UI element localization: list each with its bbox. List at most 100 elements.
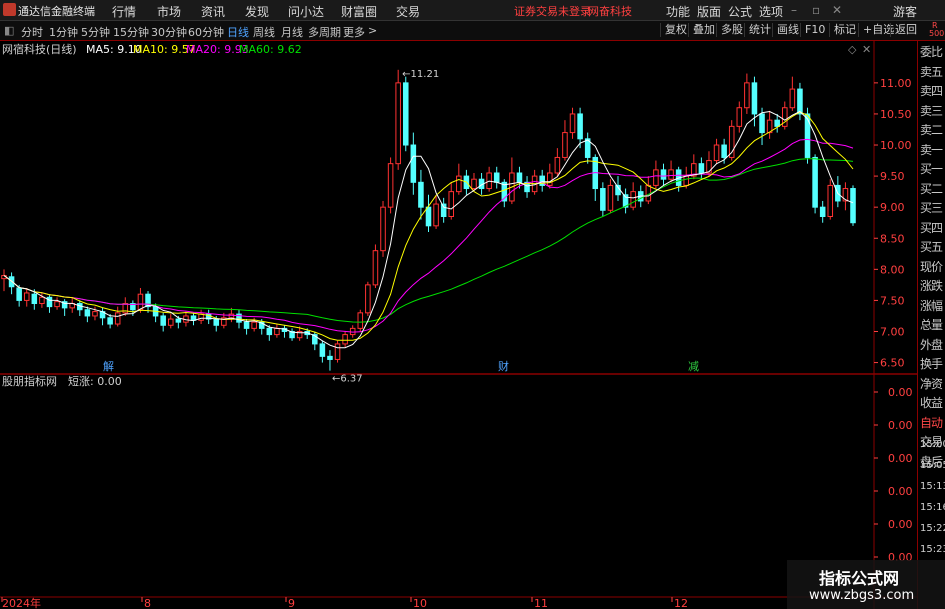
menu-item-ask[interactable]: 问小达	[288, 3, 324, 20]
candle-body	[827, 184, 834, 218]
sidebar-item[interactable]: 外盘	[920, 336, 943, 353]
candle-body	[804, 113, 811, 158]
sub-tick-label: 0.00	[888, 386, 913, 399]
sidebar-item[interactable]: 总量	[920, 316, 943, 333]
sidebar-item[interactable]: 买二	[920, 180, 943, 197]
candle-body	[334, 343, 341, 360]
multi-stock-button[interactable]: 多股	[716, 23, 747, 37]
sidebar-item[interactable]: 买五	[920, 238, 943, 255]
sidebar-item[interactable]: 卖四	[920, 82, 943, 99]
sub-indicator-value: 短涨: 0.00	[68, 374, 122, 388]
menu-item-formula[interactable]: 公式	[728, 3, 752, 20]
candle-body	[630, 191, 636, 208]
watermark-title: 指标公式网	[819, 569, 900, 588]
period-tab-1min[interactable]: 1分钟	[49, 24, 78, 40]
sidebar-item[interactable]: 15:05	[920, 460, 945, 471]
sidebar-item[interactable]: 卖一	[920, 141, 943, 158]
y-tick-label: 7.50	[880, 294, 905, 307]
candle-body	[8, 276, 15, 288]
f10-button[interactable]: F10	[800, 23, 829, 37]
candle-body	[107, 317, 113, 325]
close-icon[interactable]: ✕	[832, 3, 842, 17]
y-tick-label: 9.00	[880, 201, 905, 214]
sidebar-item[interactable]: 净资	[920, 375, 943, 392]
menu-item-options[interactable]: 选项	[759, 3, 783, 20]
candle-body	[365, 284, 371, 314]
sub-tick-label: 0.00	[888, 485, 913, 498]
menu-item-news[interactable]: 资讯	[201, 3, 225, 20]
kline-chart[interactable]: 网宿科技(日线) MA5: 9.10MA10: 9.57MA20: 9.93MA6…	[0, 41, 917, 609]
period-tab-monthly[interactable]: 月线	[281, 24, 303, 40]
candle-body	[471, 178, 477, 190]
x-tick-label: 11	[534, 597, 548, 609]
sidebar-item[interactable]: 买四	[920, 219, 943, 236]
sidebar-item[interactable]: 卖三	[920, 102, 943, 119]
candle-body	[850, 188, 856, 224]
sidebar-item[interactable]: 15:00	[920, 439, 945, 450]
event-marker: 解	[103, 359, 114, 373]
y-tick-label: 9.50	[880, 170, 905, 183]
app-logo-icon	[3, 3, 16, 16]
statistics-button[interactable]: 统计	[744, 23, 775, 37]
sidebar-item[interactable]: 15:13	[920, 481, 945, 492]
sidebar-item[interactable]: 买一	[920, 160, 943, 177]
period-tab-weekly[interactable]: 周线	[253, 24, 275, 40]
menu-item-layout[interactable]: 版面	[697, 3, 721, 20]
stock-name: 网宿科技(日线)	[2, 42, 77, 56]
candle-body	[357, 312, 364, 329]
menu-item-market[interactable]: 市场	[157, 3, 181, 20]
candle-body	[54, 301, 60, 308]
watermark-box: 指标公式网 www.zbgs3.com	[787, 560, 945, 609]
sidebar-item[interactable]: 收益	[920, 394, 943, 411]
sidebar-item[interactable]: 卖五	[920, 63, 943, 80]
sidebar-item[interactable]: 15:16	[920, 502, 945, 513]
user-label[interactable]: 游客	[893, 3, 917, 20]
sidebar-item[interactable]: 委比	[920, 43, 943, 60]
expand-icon[interactable]: ◧	[4, 24, 14, 37]
menu-item-function[interactable]: 功能	[666, 3, 690, 20]
period-tab-intraday[interactable]: 分时	[21, 24, 43, 40]
ma60-label: MA60: 9.62	[239, 43, 302, 56]
overlay-button[interactable]: 叠加	[688, 23, 719, 37]
login-warning[interactable]: 证券交易未登录	[514, 3, 591, 19]
event-marker: 减	[688, 360, 699, 373]
back-button[interactable]: 返回	[890, 23, 921, 37]
period-tab-more[interactable]: 更多	[343, 24, 365, 40]
sidebar-item[interactable]: 涨跌	[920, 277, 943, 294]
sidebar-item[interactable]: 卖二	[920, 121, 943, 138]
period-tab-5min[interactable]: 5分钟	[81, 24, 110, 40]
period-tab-daily[interactable]: 日线	[227, 24, 249, 40]
menu-item-trade[interactable]: 交易	[396, 3, 420, 20]
period-tab-30min[interactable]: 30分钟	[151, 24, 187, 40]
watermark-url: www.zbgs3.com	[809, 588, 915, 603]
candle-body	[759, 113, 765, 134]
sidebar-item[interactable]: 自动	[920, 414, 943, 431]
adjust-button[interactable]: 复权	[660, 23, 691, 37]
menu-item-wealth[interactable]: 财富圈	[341, 3, 377, 20]
sub-indicator-name: 股朋指标网	[2, 374, 57, 388]
candle-body	[660, 169, 667, 180]
menu-item-discover[interactable]: 发现	[245, 3, 269, 20]
sidebar-item[interactable]: 换手	[920, 355, 943, 372]
period-tab-multi[interactable]: 多周期	[308, 24, 341, 40]
sidebar-item[interactable]: 现价	[920, 258, 943, 275]
restore-icon[interactable]: ▫	[812, 3, 820, 17]
candle-body	[653, 169, 659, 186]
event-marker: 财	[498, 359, 509, 373]
period-tab-60min[interactable]: 60分钟	[188, 24, 224, 40]
candle-body	[175, 318, 182, 323]
draw-line-button[interactable]: 画线	[772, 23, 803, 37]
candle-body	[160, 315, 166, 326]
sidebar-item[interactable]: 买三	[920, 199, 943, 216]
minimize-icon[interactable]: –	[791, 3, 797, 17]
menu-item-quotes[interactable]: 行情	[112, 3, 136, 20]
sidebar-item[interactable]: 15:23	[920, 544, 945, 555]
y-tick-label: 8.00	[880, 263, 905, 276]
mark-button[interactable]: 标记	[829, 23, 860, 37]
sidebar-item[interactable]: 15:22	[920, 523, 945, 534]
period-tab-15min[interactable]: 15分钟	[113, 24, 149, 40]
chevron-right-icon[interactable]: >	[368, 24, 377, 37]
candle-body	[137, 293, 144, 311]
quote-sidebar: R 500 委比 卖五 卖四 卖三 卖二 卖一 买一 买二 买三 买四 买五 现价 涨跌 涨幅 总量 外盘 换手…	[917, 21, 945, 609]
sidebar-item[interactable]: 涨幅	[920, 297, 943, 314]
